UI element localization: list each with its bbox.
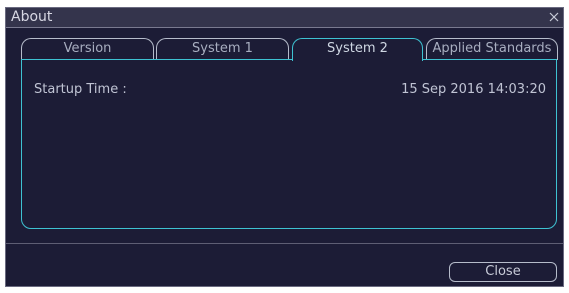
tab-bar: Version System 1 System 2 Applied Standa… [6, 38, 563, 61]
close-icon[interactable] [547, 10, 561, 24]
tab-panel-system-2: Startup Time : 15 Sep 2016 14:03:20 [21, 59, 557, 229]
close-button[interactable]: Close [449, 262, 557, 282]
tab-system-1[interactable]: System 1 [156, 38, 289, 60]
about-dialog: About Version System 1 System 2 Applied … [5, 7, 564, 287]
title-bar: About [6, 8, 563, 28]
startup-time-label: Startup Time : [34, 82, 127, 97]
tab-applied-standards[interactable]: Applied Standards [426, 38, 558, 60]
dialog-title: About [11, 9, 53, 25]
divider [6, 243, 563, 244]
tab-system-2[interactable]: System 2 [292, 38, 423, 61]
tab-version[interactable]: Version [21, 38, 154, 60]
startup-time-value: 15 Sep 2016 14:03:20 [401, 82, 546, 97]
